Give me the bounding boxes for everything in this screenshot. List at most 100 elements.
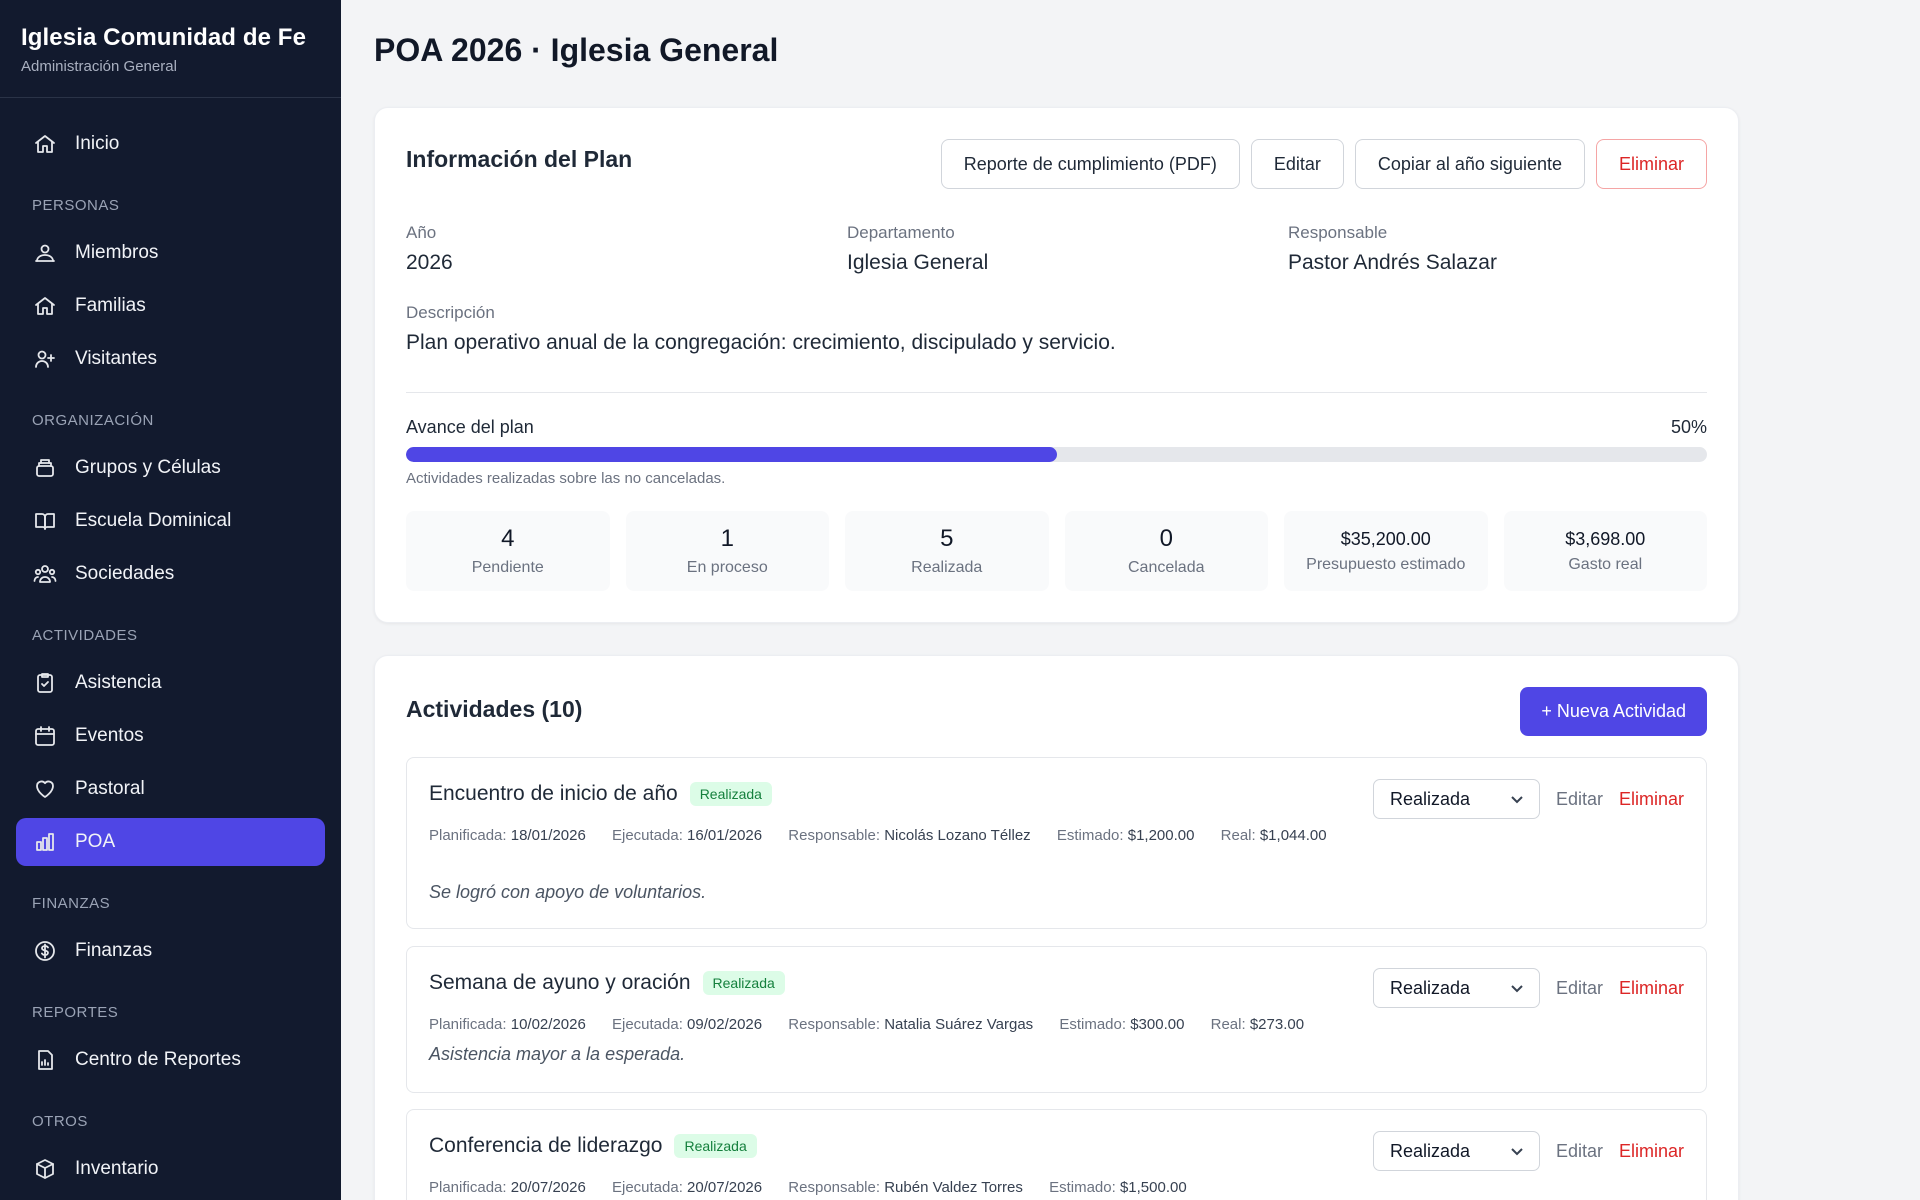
responsible-value: Rubén Valdez Torres [884, 1179, 1023, 1196]
activity-item: Encuentro de inicio de año Realizada Pla… [406, 757, 1707, 929]
real-value: $273.00 [1249, 1016, 1305, 1033]
stat-value: 0 [1159, 525, 1173, 552]
sidebar-item-eventos[interactable]: Eventos [16, 712, 325, 760]
year-value: 2026 [406, 251, 453, 274]
sidebar-item-visitantes[interactable]: Visitantes [16, 335, 325, 383]
activity-controls: Realizada Editar Eliminar [1372, 1131, 1684, 1171]
heart-icon [32, 776, 58, 802]
delete-activity-link[interactable]: Eliminar [1619, 978, 1684, 999]
stat-value: 4 [501, 525, 515, 552]
delete-activity-link[interactable]: Eliminar [1619, 789, 1684, 810]
status-select-value: Realizada [1389, 788, 1471, 809]
edit-activity-link[interactable]: Editar [1556, 789, 1603, 810]
sidebar-item-escuela[interactable]: Escuela Dominical [16, 497, 325, 545]
stat-label: Gasto real [1568, 555, 1643, 573]
stat-value: 1 [720, 525, 734, 552]
executed-label: Ejecutada: [611, 827, 683, 844]
stat-value: 5 [940, 525, 954, 552]
sidebar-nav: Inicio PERSONAS Miembros Familias Visita… [0, 98, 341, 1193]
home-icon [32, 131, 58, 157]
delete-plan-button[interactable]: Eliminar [1595, 139, 1707, 189]
book-icon [32, 508, 58, 534]
sidebar-item-inicio[interactable]: Inicio [16, 120, 325, 168]
activity-note: Se logró con apoyo de voluntarios. [429, 882, 707, 902]
sidebar-item-finanzas[interactable]: Finanzas [16, 927, 325, 975]
new-activity-button[interactable]: + Nueva Actividad [1520, 687, 1707, 736]
sidebar-item-label: POA [75, 831, 116, 852]
report-icon [32, 1047, 58, 1073]
delete-activity-link[interactable]: Eliminar [1619, 1141, 1684, 1162]
estimated-value: $1,200.00 [1127, 827, 1195, 844]
stat-value: $35,200.00 [1340, 528, 1431, 549]
planned-label: Planificada: [429, 1016, 507, 1033]
activity-title: Encuentro de inicio de año [429, 782, 678, 805]
stat-pendiente: 4 Pendiente [406, 511, 610, 591]
responsible-field: Responsable Pastor Andrés Salazar [1288, 223, 1497, 275]
sidebar-item-poa[interactable]: POA [16, 818, 325, 866]
planned-date: Planificada: 20/07/2026 [429, 1179, 586, 1196]
responsible: Responsable: Nicolás Lozano Téllez [788, 827, 1030, 844]
report-pdf-button[interactable]: Reporte de cumplimiento (PDF) [940, 139, 1240, 189]
year-field: Año 2026 [406, 223, 453, 275]
stat-label: Pendiente [471, 559, 544, 576]
real-value: $1,044.00 [1259, 827, 1327, 844]
executed-value: 09/02/2026 [687, 1016, 763, 1033]
edit-activity-link[interactable]: Editar [1556, 1141, 1603, 1162]
users-icon [32, 240, 58, 266]
year-label: Año [406, 223, 437, 242]
responsible: Responsable: Natalia Suárez Vargas [788, 1016, 1033, 1033]
chevron-down-icon [1511, 1148, 1523, 1156]
activity-name: Conferencia de liderazgo Realizada [429, 1134, 757, 1158]
status-badge: Realizada [689, 782, 772, 806]
section-actividades: ACTIVIDADES [32, 627, 138, 644]
progress-bar [406, 447, 1707, 462]
estimated-value: $300.00 [1130, 1016, 1185, 1033]
sidebar-item-asistencia[interactable]: Asistencia [16, 659, 325, 707]
executed-value: 16/01/2026 [687, 827, 763, 844]
sidebar-item-miembros[interactable]: Miembros [16, 229, 325, 277]
status-select[interactable]: Realizada [1372, 779, 1540, 819]
copy-next-year-button[interactable]: Copiar al año siguiente [1354, 139, 1585, 189]
sidebar-item-grupos[interactable]: Grupos y Células [16, 444, 325, 492]
estimated-label: Estimado: [1059, 1016, 1127, 1033]
stat-label: En proceso [686, 559, 768, 576]
responsible-value: Nicolás Lozano Téllez [884, 827, 1031, 844]
sidebar-item-sociedades[interactable]: Sociedades [16, 550, 325, 598]
estimated-label: Estimado: [1056, 827, 1124, 844]
responsible-value: Natalia Suárez Vargas [884, 1016, 1034, 1033]
progress-label: Avance del plan [406, 417, 534, 437]
status-select[interactable]: Realizada [1372, 968, 1540, 1008]
sidebar-item-pastoral[interactable]: Pastoral [16, 765, 325, 813]
divider [406, 392, 1707, 393]
group-icon [32, 561, 58, 587]
chevron-down-icon [1511, 796, 1523, 804]
activity-controls: Realizada Editar Eliminar [1372, 779, 1684, 819]
sidebar-item-inventario[interactable]: Inventario [16, 1145, 325, 1193]
activity-name: Encuentro de inicio de año Realizada [429, 782, 772, 806]
estimated: Estimado: $1,200.00 [1057, 827, 1195, 844]
activity-title: Conferencia de liderazgo [429, 1134, 663, 1157]
section-organizacion: ORGANIZACIÓN [32, 412, 154, 429]
real: Real: $273.00 [1211, 1016, 1304, 1033]
estimated-label: Estimado: [1049, 1179, 1116, 1196]
real-label: Real: [1220, 827, 1256, 844]
planned-value: 20/07/2026 [510, 1179, 586, 1196]
real: Real: $1,044.00 [1221, 827, 1327, 844]
plan-actions: Reporte de cumplimiento (PDF) Editar Cop… [940, 139, 1707, 189]
user-plus-icon [32, 346, 58, 372]
sidebar-item-label: Inventario [75, 1158, 159, 1179]
sidebar-item-familias[interactable]: Familias [16, 282, 325, 330]
progress-note: Actividades realizadas sobre las no canc… [406, 470, 726, 487]
activity-meta: Planificada: 18/01/2026 Ejecutada: 16/01… [429, 822, 1386, 849]
sidebar-item-reportes[interactable]: Centro de Reportes [16, 1036, 325, 1084]
description-label: Descripción [406, 303, 495, 322]
edit-plan-button[interactable]: Editar [1250, 139, 1344, 189]
activity-meta: Planificada: 10/02/2026 Ejecutada: 09/02… [429, 1011, 1386, 1038]
stat-en-proceso: 1 En proceso [625, 511, 829, 591]
status-select-value: Realizada [1389, 1140, 1471, 1161]
edit-activity-link[interactable]: Editar [1556, 978, 1603, 999]
plan-info-title: Información del Plan [406, 146, 633, 172]
sidebar-item-label: Pastoral [75, 778, 145, 799]
sidebar-item-label: Familias [75, 295, 146, 316]
status-select[interactable]: Realizada [1372, 1131, 1540, 1171]
